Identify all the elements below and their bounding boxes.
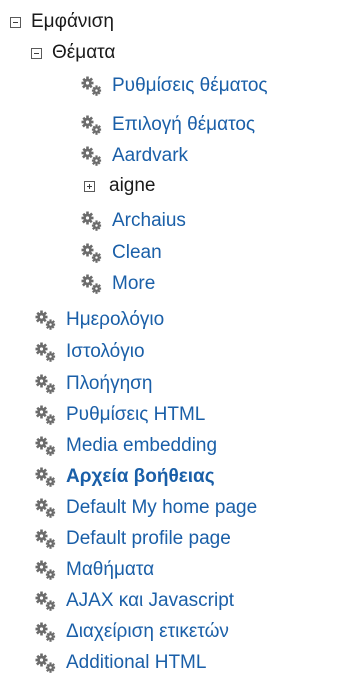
tree-node-appearance[interactable]: Εμφάνιση [10,6,114,38]
tree-link-label[interactable]: Default profile page [66,528,231,550]
tree-link-ajax-javascript[interactable]: AJAX και Javascript [34,585,234,617]
tree-link-label[interactable]: Media embedding [66,435,217,457]
tree-link-label[interactable]: Archaius [112,210,186,232]
settings-gears-icon [35,560,56,580]
tree-link-default-profile[interactable]: Default profile page [34,523,231,555]
tree-link-theme-selector[interactable]: Επιλογή θέματος [80,109,255,141]
settings-gears-icon [35,591,56,611]
tree-node-label: Εμφάνιση [31,11,114,32]
settings-gears-icon [81,146,102,166]
tree-link-calendar[interactable]: Ημερολόγιο [34,304,164,336]
settings-gears-icon [35,310,56,330]
tree-link-label[interactable]: Clean [112,242,162,264]
tree-link-label[interactable]: Ρυθμίσεις HTML [66,404,205,426]
tree-link-navigation[interactable]: Πλοήγηση [34,368,152,400]
tree-node-themes[interactable]: Θέματα [31,37,115,69]
settings-gears-icon [35,405,56,425]
collapse-icon[interactable] [10,16,21,28]
tree-link-label[interactable]: Διαχείριση ετικετών [66,621,229,643]
tree-link-label[interactable]: Additional HTML [66,652,206,674]
settings-gears-icon [35,498,56,518]
settings-gears-icon [35,374,56,394]
settings-gears-icon [81,115,102,135]
tree-link-media-embedding[interactable]: Media embedding [34,430,217,462]
tree-link-more[interactable]: More [80,268,155,300]
tree-link-label[interactable]: Ιστολόγιο [66,341,145,363]
tree-link-default-my-home[interactable]: Default My home page [34,492,257,524]
tree-link-blog[interactable]: Ιστολόγιο [34,336,145,368]
tree-node-aigne[interactable]: aigne [84,170,156,202]
tree-node-label: Θέματα [52,42,116,63]
tree-link-html-settings[interactable]: Ρυθμίσεις HTML [34,399,205,431]
tree-link-label[interactable]: More [112,273,155,295]
tree-link-theme-settings[interactable]: Ρυθμίσεις θέματος [80,70,268,102]
settings-gears-icon [35,622,56,642]
settings-gears-icon [35,467,56,487]
tree-link-archaius[interactable]: Archaius [80,205,186,237]
tree-link-label[interactable]: AJAX και Javascript [66,590,234,612]
tree-node-label: aigne [109,175,156,196]
tree-link-help-files[interactable]: Αρχεία βοήθειας [34,461,215,493]
settings-gears-icon [81,243,102,263]
settings-gears-icon [81,76,102,96]
settings-gears-icon [81,274,102,294]
admin-navigation-tree: Εμφάνιση Θέματα Ρυθμίσεις θέματος Επιλογ… [0,0,354,691]
tree-link-label[interactable]: Aardvark [112,145,188,167]
tree-link-clean[interactable]: Clean [80,237,162,269]
tree-link-label[interactable]: Ημερολόγιο [66,309,164,331]
expand-icon[interactable] [84,180,95,192]
tree-link-label[interactable]: Αρχεία βοήθειας [66,466,215,488]
collapse-icon[interactable] [31,47,42,59]
tree-link-label[interactable]: Πλοήγηση [66,373,152,395]
tree-link-additional-html[interactable]: Additional HTML [34,647,206,679]
tree-link-courses[interactable]: Μαθήματα [34,554,154,586]
tree-link-label[interactable]: Ρυθμίσεις θέματος [112,75,268,97]
tree-link-label[interactable]: Default My home page [66,497,257,519]
tree-link-aardvark[interactable]: Aardvark [80,140,188,172]
settings-gears-icon [35,653,56,673]
settings-gears-icon [81,211,102,231]
tree-link-label[interactable]: Μαθήματα [66,559,154,581]
tree-link-manage-tags[interactable]: Διαχείριση ετικετών [34,616,229,648]
tree-link-label[interactable]: Επιλογή θέματος [112,114,255,136]
settings-gears-icon [35,342,56,362]
settings-gears-icon [35,529,56,549]
settings-gears-icon [35,436,56,456]
